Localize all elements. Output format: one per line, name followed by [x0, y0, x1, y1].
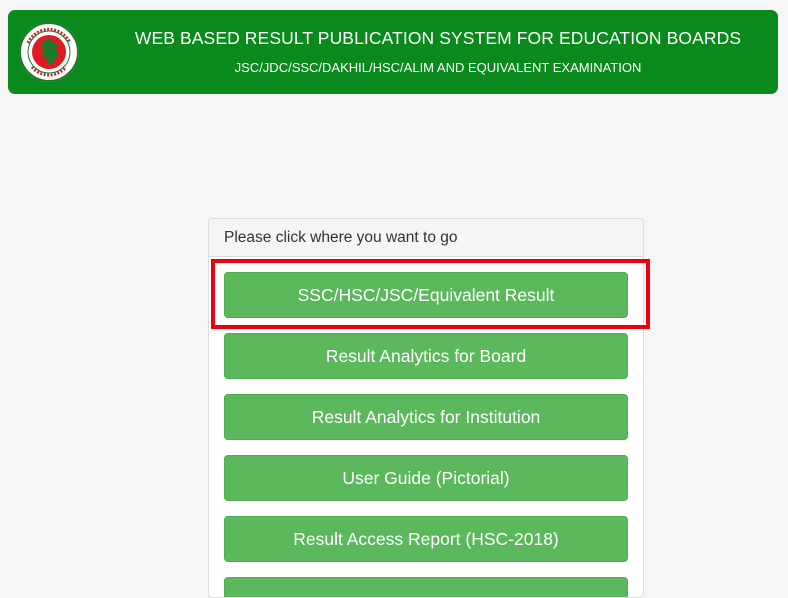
institution-analytics-button[interactable]: Result Analytics for Institution: [224, 394, 628, 440]
government-seal-icon: [19, 22, 79, 82]
additional-nav-button[interactable]: [224, 577, 628, 597]
site-header: WEB BASED RESULT PUBLICATION SYSTEM FOR …: [8, 10, 778, 94]
ssc-hsc-result-button[interactable]: SSC/HSC/JSC/Equivalent Result: [224, 272, 628, 318]
result-access-report-button[interactable]: Result Access Report (HSC-2018): [224, 516, 628, 562]
page-subtitle: JSC/JDC/SSC/DAKHIL/HSC/ALIM AND EQUIVALE…: [234, 60, 642, 75]
page-title: WEB BASED RESULT PUBLICATION SYSTEM FOR …: [134, 28, 742, 48]
board-analytics-button[interactable]: Result Analytics for Board: [224, 333, 628, 379]
navigation-panel: Please click where you want to go SSC/HS…: [208, 218, 644, 598]
panel-heading: Please click where you want to go: [209, 219, 643, 257]
user-guide-button[interactable]: User Guide (Pictorial): [224, 455, 628, 501]
